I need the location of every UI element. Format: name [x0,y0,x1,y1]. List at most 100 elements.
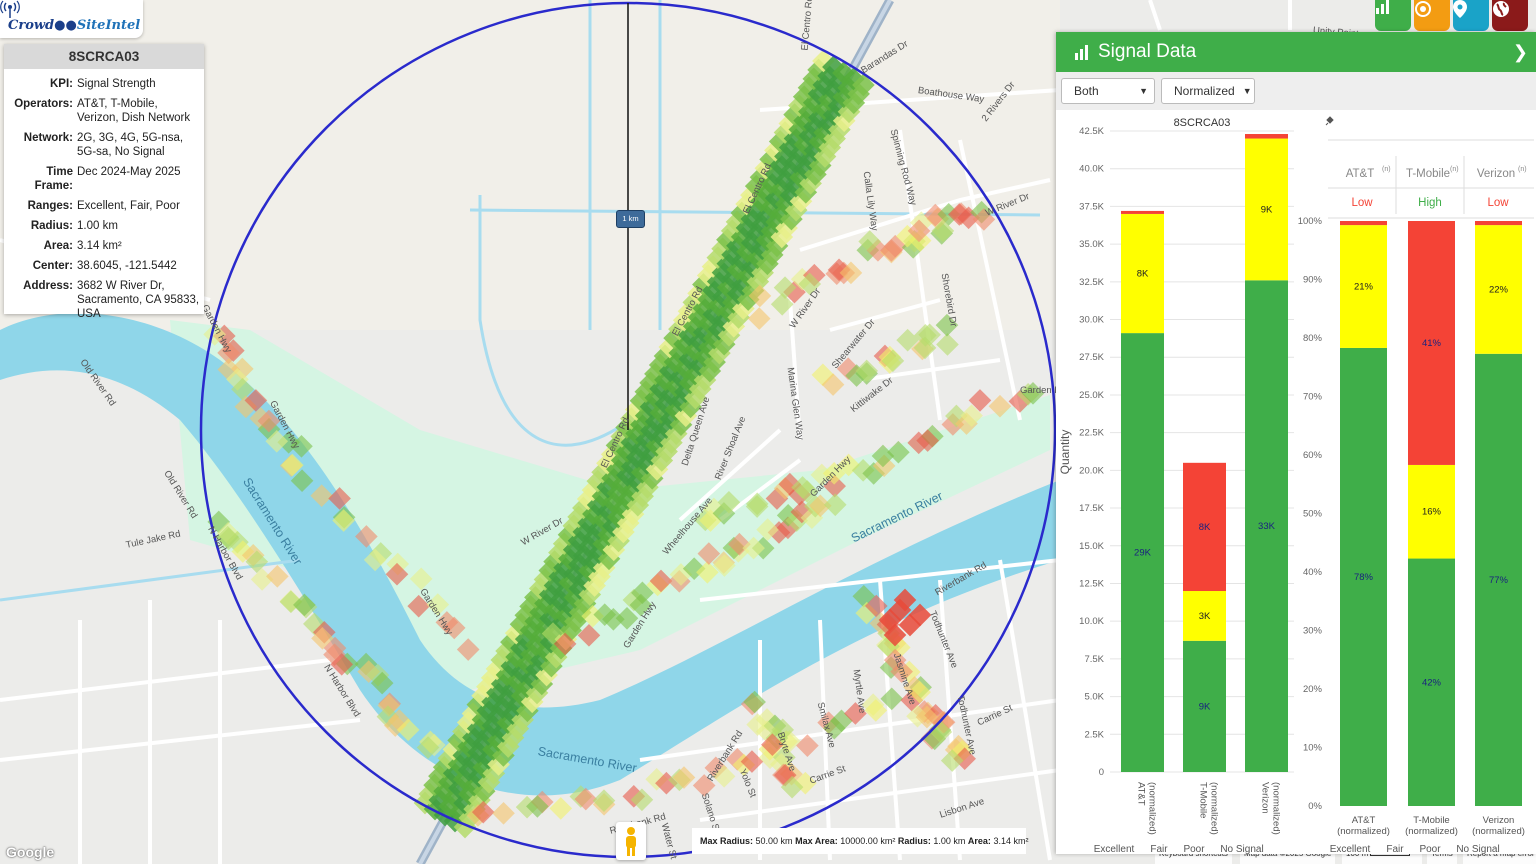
legend-label: Poor [1183,844,1205,854]
location-pin-icon [1453,0,1467,18]
info-row: Radius: 1.00 km [8,219,200,233]
y-tick-label: 50% [1303,509,1323,520]
y-tick-label: 90% [1303,275,1323,286]
radius-scale-label[interactable]: 1 km [616,210,645,228]
y-tick-label: 10.0K [1079,616,1104,627]
bar-chart-icon [1075,45,1088,60]
bar-segment-poor [1245,134,1288,139]
bar-segment-poor [1121,210,1164,214]
chart-toggle-button[interactable] [1375,0,1411,31]
x-tick-label: (normalized) [1209,782,1220,835]
y-tick-label: 15.0K [1079,541,1104,552]
x-tick-label: (normalized) [1472,826,1525,837]
operator-superscript: (n) [1518,166,1527,173]
operator-header: AT&T [1346,168,1375,180]
signal-charts: 8SCRCA03 Quantity 0 2.5K 5.0K 7.5K 10.0K 12.5K 1… [1058,116,1534,854]
scale-mode-select[interactable]: Normalized ▼ [1161,78,1255,104]
network-mode-value: Both [1074,84,1099,98]
y-tick-label: 35.0K [1079,239,1104,250]
y-tick-label: 0 [1099,767,1104,778]
legend-label: Excellent [1330,844,1371,854]
globe-icon [1493,1,1509,17]
x-tick-label: (normalized) [1147,782,1158,835]
info-row: Time Frame: Dec 2024-May 2025 [8,165,200,193]
logo-text: Crowd●●SiteIntel [8,18,141,33]
chart-title: 8SCRCA03 [1174,117,1231,129]
y-tick-label: 60% [1303,450,1323,461]
bar-value-label: 9K [1261,204,1273,215]
crowdsiteintel-logo[interactable]: Crowd●●SiteIntel [0,0,143,38]
operator-header: T-Mobile [1406,168,1450,180]
y-tick-label: 25.0K [1079,390,1104,401]
x-tick-label: T-Mobile [1413,815,1449,826]
edit-pencil-icon [1325,116,1334,126]
y-tick-label: 30% [1303,626,1323,637]
google-logo[interactable]: Google [6,844,54,860]
info-value: Excellent, Fair, Poor [77,200,180,212]
y-tick-label: 40.0K [1079,164,1104,175]
x-tick-label: (normalized) [1271,782,1282,835]
x-tick-label: Verizon [1260,782,1271,814]
info-value: 1.00 km [77,220,118,232]
info-row: Area: 3.14 km² [8,239,200,253]
signal-data-title: Signal Data [1098,41,1197,62]
operator-rating: Low [1487,197,1509,209]
info-row: Network: 2G, 3G, 4G, 5G-nsa, 5G-sa, No Si… [8,131,200,159]
info-key: Address: [23,280,73,292]
globe-toggle-button[interactable] [1492,0,1528,31]
info-row: Address: 3682 W River Dr, Sacramento, CA … [8,279,200,321]
bar-value-label: 8K [1137,269,1149,280]
info-key: Area: [43,240,73,252]
bar-value-label: 9K [1199,701,1211,712]
info-value: 2G, 3G, 4G, 5G-nsa, 5G-sa, No Signal [77,132,184,158]
legend-label: Fair [1150,844,1168,854]
chevron-down-icon: ▼ [1242,86,1252,96]
signal-data-panel: Signal Data ❯ Both ▼ Normalized ▼ 8SCRCA03… [1056,32,1536,854]
y-tick-label: 37.5K [1079,201,1104,212]
x-tick-label: Verizon [1483,815,1515,826]
target-toggle-button[interactable] [1414,0,1450,31]
bar-value-label: 41% [1422,338,1442,349]
info-key: Ranges: [27,200,73,212]
info-key: Radius: [30,220,73,232]
info-key: Operators: [14,98,73,110]
radius-value: 1.00 km [933,836,966,846]
collapse-chevron-icon[interactable]: ❯ [1513,42,1528,63]
network-mode-select[interactable]: Both ▼ [1061,78,1155,104]
bar-value-label: 77% [1489,575,1509,586]
legend-label: Excellent [1094,844,1135,854]
location-toggle-button[interactable] [1453,0,1489,31]
info-value: Dec 2024-May 2025 [77,166,181,178]
bar-value-label: 8K [1199,522,1211,533]
max-radius-label: Max Radius: [700,836,754,846]
bar-value-label: 22% [1489,284,1509,295]
info-value: 3.14 km² [77,240,122,252]
info-value: 3682 W River Dr, Sacramento, CA 95833, U… [77,280,200,320]
bar-segment-poor [1340,221,1387,226]
y-tick-label: 10% [1303,743,1323,754]
logo-siteintel: SiteIntel [76,18,141,33]
info-key: Network: [23,132,73,144]
y-tick-label: 32.5K [1079,277,1104,288]
y-tick-label: 30.0K [1079,315,1104,326]
legend-label: Poor [1419,844,1441,854]
site-id-title: 8SCRCA03 [4,44,204,69]
info-key: KPI: [50,78,73,90]
bar-value-label: 78% [1354,572,1374,583]
y-tick-label: 80% [1303,333,1323,344]
bar-value-label: 29K [1134,548,1152,559]
x-tick-label: (normalized) [1405,826,1458,837]
signal-data-header[interactable]: Signal Data ❯ [1056,32,1536,72]
signal-data-controls: Both ▼ Normalized ▼ [1056,72,1536,110]
legend-label: Fair [1386,844,1404,854]
info-value: 38.6045, -121.5442 [77,260,177,272]
y-tick-label: 100% [1298,216,1323,227]
y-tick-label: 70% [1303,392,1323,403]
operator-superscript: (n) [1450,166,1459,173]
bar-value-label: 42% [1422,677,1442,688]
y-tick-label: 5.0K [1084,692,1104,703]
street-view-pegman[interactable] [616,822,646,860]
radius-stats-bar: Max Radius: 50.00 km Max Area: 10000.00 … [692,828,1028,854]
y-tick-label: 7.5K [1084,654,1104,665]
info-row: Ranges: Excellent, Fair, Poor [8,199,200,213]
